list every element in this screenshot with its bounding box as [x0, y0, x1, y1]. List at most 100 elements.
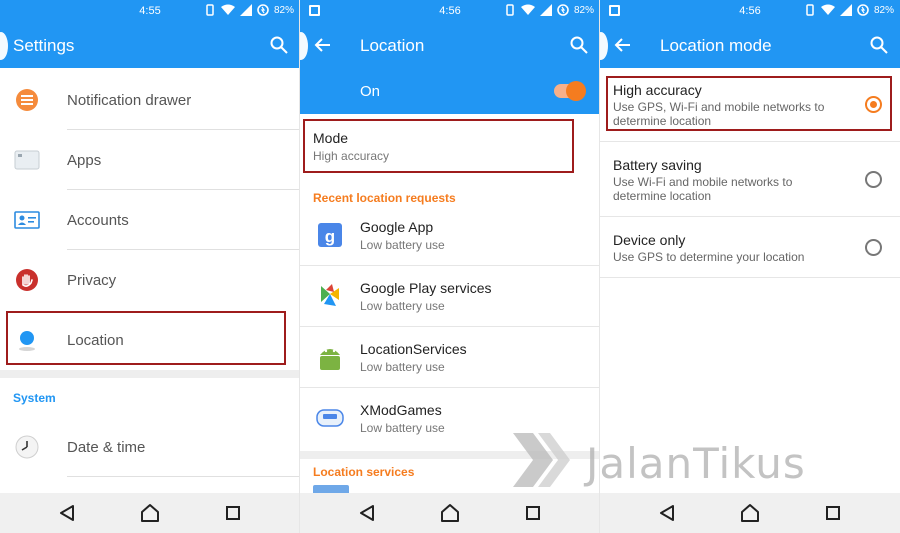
status-bar: 4:56 82%: [300, 0, 600, 24]
settings-item-accounts[interactable]: Accounts: [0, 190, 300, 250]
divider: [600, 277, 900, 278]
back-arrow-icon[interactable]: [612, 34, 634, 56]
option-description: Use Wi-Fi and mobile networks to determi…: [613, 175, 793, 203]
battery-percent: 82%: [273, 4, 294, 16]
signal-icon: [239, 4, 252, 16]
divider: [600, 141, 900, 142]
vibrate-icon: [506, 4, 514, 16]
drawer-edge[interactable]: [600, 32, 608, 60]
high-accuracy-highlight-box: [606, 76, 892, 131]
battery-percent: 82%: [573, 4, 594, 16]
android-icon: [320, 349, 340, 370]
radio-button[interactable]: [865, 171, 882, 188]
battery-use: Low battery use: [360, 360, 445, 374]
search-icon[interactable]: [570, 36, 588, 54]
back-nav-icon[interactable]: [656, 503, 678, 523]
notification-drawer-icon: [16, 89, 38, 111]
app-name: Google Play services: [360, 280, 492, 296]
battery-saver-icon: [257, 4, 269, 16]
nav-bar: [600, 493, 900, 533]
accounts-icon: [14, 211, 40, 229]
location-request-item[interactable]: LocationServices Low battery use: [300, 327, 600, 388]
battery-saver-icon: [557, 4, 569, 16]
system-section-header: System: [13, 391, 56, 405]
nav-bar: [300, 493, 600, 533]
option-title: Device only: [613, 232, 686, 248]
recents-nav-icon[interactable]: [222, 503, 244, 523]
location-highlight-box: [6, 311, 286, 365]
wifi-icon: [220, 4, 235, 15]
recents-nav-icon[interactable]: [822, 503, 844, 523]
location-toggle[interactable]: [554, 81, 586, 101]
location-master-switch-bar[interactable]: On: [300, 68, 600, 114]
status-bar: 4:56 82%: [600, 0, 900, 24]
status-icons: 82%: [204, 4, 294, 16]
battery-use: Low battery use: [360, 238, 445, 252]
settings-item-date-time[interactable]: Date & time: [0, 417, 300, 477]
battery-saver-icon: [857, 4, 869, 16]
home-nav-icon[interactable]: [139, 503, 161, 523]
google-play-services-icon: [321, 284, 339, 306]
app-bar: Settings: [0, 24, 300, 68]
mode-option-battery-saving[interactable]: Battery saving Use Wi-Fi and mobile netwo…: [600, 149, 900, 217]
recents-nav-icon[interactable]: [522, 503, 544, 523]
vibrate-icon: [806, 4, 814, 16]
back-nav-icon[interactable]: [356, 503, 378, 523]
jalantikus-logo-icon: [513, 433, 570, 487]
watermark-text: JalanTikus: [586, 439, 806, 488]
signal-icon: [539, 4, 552, 16]
xmodgames-icon: [316, 409, 344, 427]
status-icons: 82%: [804, 4, 894, 16]
settings-screen: 4:55 82% Settings Notification drawer Ap…: [0, 0, 300, 533]
option-description: Use GPS to determine your location: [613, 250, 805, 264]
app-name: Google App: [360, 219, 434, 235]
jalantikus-watermark: JalanTikus: [508, 425, 888, 495]
home-nav-icon[interactable]: [439, 503, 461, 523]
page-title: Settings: [13, 36, 75, 55]
app-bar: Location mode: [600, 24, 900, 68]
nav-bar: [0, 493, 300, 533]
recent-requests-header: Recent location requests: [313, 191, 456, 205]
wifi-icon: [520, 4, 535, 15]
settings-item-privacy[interactable]: Privacy: [0, 250, 300, 310]
page-title: Location: [360, 36, 425, 55]
home-nav-icon[interactable]: [739, 503, 761, 523]
battery-use: Low battery use: [360, 421, 445, 435]
app-name: XModGames: [360, 402, 442, 418]
settings-item-label: Accounts: [67, 212, 129, 229]
google-app-icon: g: [318, 223, 342, 247]
location-request-item[interactable]: Google Play services Low battery use: [300, 266, 600, 327]
divider: [600, 216, 900, 217]
clock-icon: [15, 435, 39, 459]
apps-icon: [14, 150, 40, 170]
wifi-icon: [820, 4, 835, 15]
status-icons: 82%: [504, 4, 594, 16]
status-bar: 4:55 82%: [0, 0, 300, 24]
privacy-hand-icon: [16, 269, 38, 291]
mode-highlight-box: [303, 119, 574, 173]
settings-item-label: Privacy: [67, 272, 117, 289]
settings-item-label: Date & time: [67, 439, 146, 456]
option-title: Battery saving: [613, 157, 702, 173]
radio-button[interactable]: [865, 239, 882, 256]
back-nav-icon[interactable]: [56, 503, 78, 523]
location-request-item[interactable]: g Google App Low battery use: [300, 205, 600, 266]
search-icon[interactable]: [270, 36, 288, 54]
app-bar: Location: [300, 24, 600, 68]
vibrate-icon: [206, 4, 214, 16]
search-icon[interactable]: [870, 36, 888, 54]
settings-item-notification-drawer[interactable]: Notification drawer: [0, 70, 300, 130]
mode-option-device-only[interactable]: Device only Use GPS to determine your loc…: [600, 224, 900, 278]
back-arrow-icon[interactable]: [312, 34, 334, 56]
app-name: LocationServices: [360, 341, 467, 357]
drawer-edge[interactable]: [0, 32, 8, 60]
signal-icon: [839, 4, 852, 16]
location-switch-label: On: [360, 83, 381, 100]
location-services-header: Location services: [313, 465, 415, 479]
svg-text:g: g: [325, 227, 335, 246]
settings-item-label: Notification drawer: [67, 92, 192, 109]
divider: [67, 476, 300, 477]
settings-item-label: Apps: [67, 152, 102, 169]
drawer-edge[interactable]: [300, 32, 308, 60]
settings-item-apps[interactable]: Apps: [0, 130, 300, 190]
